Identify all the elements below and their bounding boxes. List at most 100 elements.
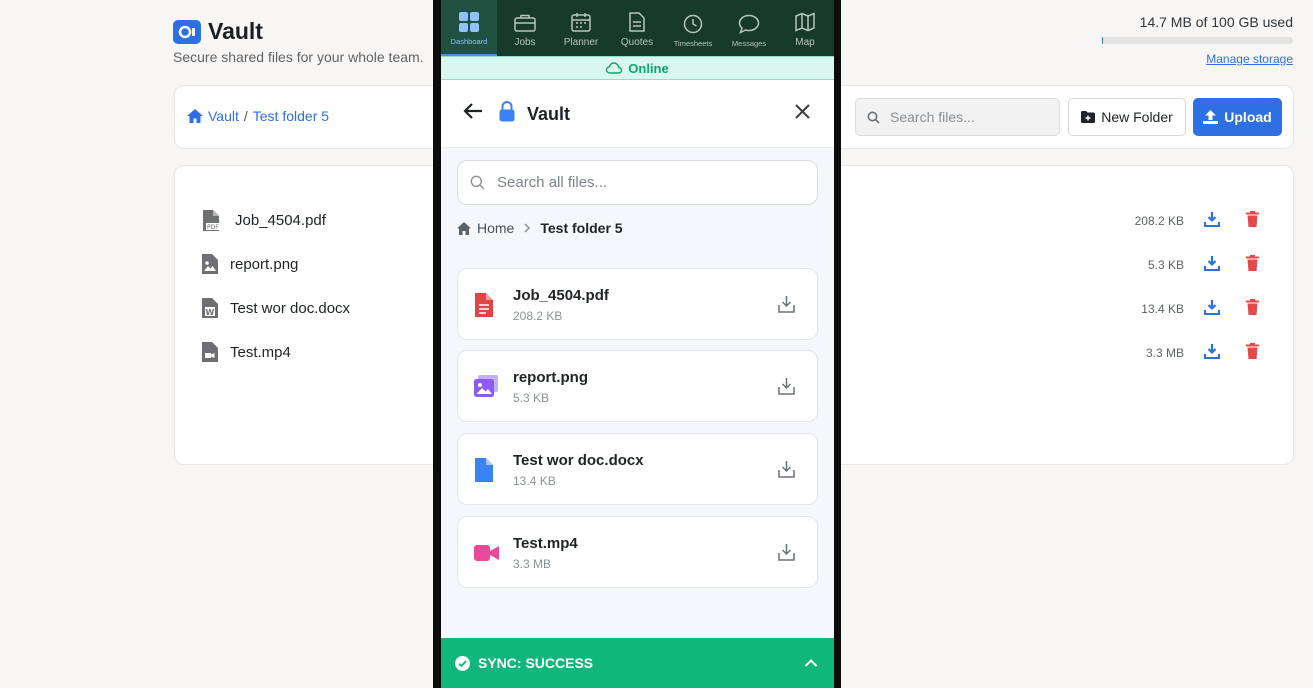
breadcrumb-separator: / [243,108,248,124]
mobile-device-frame: Dashboard Jobs Planner Quotes Timesheets… [433,0,841,688]
download-icon[interactable] [778,460,795,483]
file-card[interactable]: Test wor doc.docx 13.4 KB [457,433,818,505]
breadcrumb: Vault / Test folder 5 [187,108,329,124]
search-icon [867,111,880,124]
home-icon [457,221,471,235]
folder-plus-icon [1081,111,1096,123]
file-size: 3.3 MB [513,557,552,571]
file-name[interactable]: Test wor doc.docx [230,300,350,317]
new-folder-button[interactable]: New Folder [1068,98,1186,136]
nav-timesheets[interactable]: Timesheets [665,0,721,56]
nav-messages[interactable]: Messages [721,0,777,56]
pdf-icon [474,293,494,322]
lock-icon [499,100,515,127]
file-name: Test.mp4 [513,535,578,552]
file-name[interactable]: report.png [230,256,298,273]
chat-icon [738,14,760,34]
file-size: 5.3 KB [513,391,550,405]
nav-dashboard[interactable]: Dashboard [441,0,497,56]
storage-bar-fill [1102,37,1103,44]
upload-button[interactable]: Upload [1193,98,1282,136]
download-icon[interactable] [1204,255,1220,276]
nav-label: Dashboard [450,37,488,46]
page-subtitle: Secure shared files for your whole team. [173,49,424,65]
file-size: 208.2 KB [513,309,563,323]
close-icon[interactable] [795,104,810,124]
breadcrumb-root[interactable]: Vault [208,108,239,124]
briefcase-icon [514,14,536,32]
nav-map[interactable]: Map [777,0,833,56]
file-size: 13.4 KB [513,474,556,488]
image-file-icon [202,254,218,279]
upload-icon [1203,110,1219,124]
svg-text:W: W [206,308,215,317]
doc-icon [474,458,494,487]
svg-text:PDF: PDF [207,224,219,231]
vault-title: Vault [527,104,571,124]
clock-icon [683,14,703,34]
document-icon [629,12,645,32]
nav-label: Map [795,37,815,48]
sync-label: SYNC: SUCCESS [478,655,594,671]
download-icon[interactable] [778,295,795,318]
delete-icon[interactable] [1246,343,1259,364]
storage-bar [1102,37,1293,44]
chevron-right-icon [524,223,531,233]
breadcrumb-current: Test folder 5 [540,220,623,236]
breadcrumb-current[interactable]: Test folder 5 [253,108,329,124]
download-icon[interactable] [1204,211,1220,232]
delete-icon[interactable] [1246,255,1259,276]
file-name: report.png [513,369,588,386]
nav-jobs[interactable]: Jobs [497,0,553,56]
file-name: Test wor doc.docx [513,452,644,469]
file-name: Job_4504.pdf [513,287,609,304]
page-title: Vault [208,18,263,44]
check-circle-icon [455,655,470,671]
back-arrow-icon[interactable] [463,102,483,125]
mobile-breadcrumb: Home Test folder 5 [457,220,623,236]
word-file-icon: W [202,298,218,323]
download-icon[interactable] [1204,343,1220,364]
delete-icon[interactable] [1246,299,1259,320]
manage-storage-link[interactable]: Manage storage [1206,52,1293,66]
page-header: Vault Secure shared files for your whole… [173,18,424,65]
nav-quotes[interactable]: Quotes [609,0,665,56]
file-size: 13.4 KB [1141,302,1184,316]
calendar-icon [571,13,591,32]
nav-label: Messages [731,39,767,48]
pdf-file-icon: PDF [202,210,222,237]
file-size: 208.2 KB [1134,214,1184,228]
file-card[interactable]: report.png 5.3 KB [457,350,818,422]
search-placeholder: Search files... [890,109,975,125]
video-icon [474,545,499,566]
video-file-icon [202,342,218,367]
app-nav-bar: Dashboard Jobs Planner Quotes Timesheets… [441,0,834,56]
file-size: 3.3 MB [1145,346,1184,360]
file-card[interactable]: Test.mp4 3.3 MB [457,516,818,588]
map-icon [795,12,815,32]
storage-usage: 14.7 MB of 100 GB used Manage storage [1093,14,1293,68]
download-icon[interactable] [778,377,795,400]
mobile-search-placeholder: Search all files... [497,174,608,191]
storage-text: 14.7 MB of 100 GB used [1139,14,1293,30]
file-card[interactable]: Job_4504.pdf 208.2 KB [457,268,818,340]
file-name[interactable]: Job_4504.pdf [235,212,326,229]
search-input[interactable]: Search files... [855,98,1060,136]
upload-label: Upload [1224,109,1272,125]
delete-icon[interactable] [1246,211,1259,232]
file-name[interactable]: Test.mp4 [230,344,291,361]
image-icon [474,375,498,402]
download-icon[interactable] [778,543,795,566]
sync-status-bar[interactable]: SYNC: SUCCESS [441,638,834,688]
grid-icon [459,12,479,32]
mobile-search-input[interactable]: Search all files... [457,160,818,205]
nav-planner[interactable]: Planner [553,0,609,56]
breadcrumb-home[interactable]: Home [477,220,514,236]
nav-label: Timesheets [673,39,713,48]
nav-label: Quotes [620,37,654,48]
cloud-icon [606,62,623,74]
online-label: Online [628,60,669,76]
online-status-banner: Online [441,56,834,80]
chevron-up-icon[interactable] [804,655,818,671]
download-icon[interactable] [1204,299,1220,320]
